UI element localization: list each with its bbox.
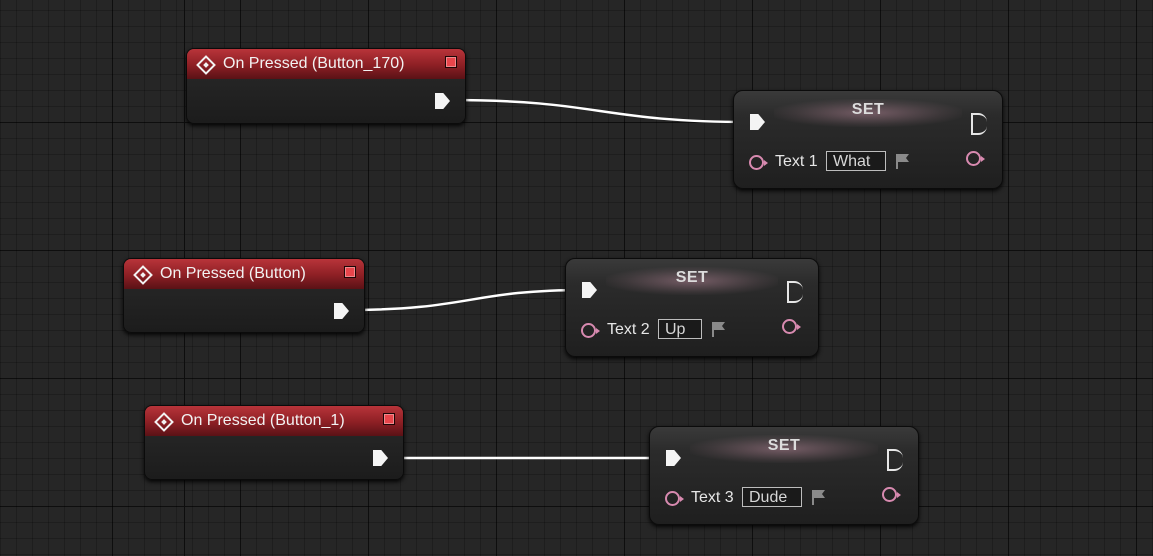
variable-label: Text 3 — [691, 489, 734, 506]
localization-flag-icon[interactable] — [710, 320, 728, 338]
exec-wire-1 — [449, 98, 751, 124]
delegate-pin-icon[interactable] — [445, 56, 457, 68]
event-diamond-icon — [196, 55, 216, 75]
exec-out-pin[interactable] — [787, 281, 803, 303]
exec-out-pin[interactable] — [334, 303, 349, 319]
event-node-header: On Pressed (Button_1) — [145, 406, 403, 436]
event-diamond-icon — [154, 412, 174, 432]
text-variable-out-pin-icon[interactable] — [782, 319, 801, 334]
variable-label: Text 2 — [607, 321, 650, 338]
text-value-input[interactable]: Dude — [742, 487, 802, 507]
text-variable-pin-icon[interactable] — [749, 155, 768, 170]
exec-out-pin[interactable] — [971, 113, 987, 135]
text-value-input[interactable]: Up — [658, 319, 702, 339]
exec-out-pin[interactable] — [373, 450, 388, 466]
event-node-button-170[interactable]: On Pressed (Button_170) — [186, 48, 466, 124]
event-node-button[interactable]: On Pressed (Button) — [123, 258, 365, 333]
set-node-text-3[interactable]: SET Text 3 Dude — [649, 426, 919, 525]
set-node-title: SET — [851, 101, 885, 118]
delegate-pin-icon[interactable] — [383, 413, 395, 425]
event-node-header: On Pressed (Button_170) — [187, 49, 465, 79]
set-node-text-2[interactable]: SET Text 2 Up — [565, 258, 819, 357]
blueprint-graph-canvas[interactable]: On Pressed (Button_170) On Pressed (Butt… — [0, 0, 1153, 556]
text-value-input[interactable]: What — [826, 151, 886, 171]
localization-flag-icon[interactable] — [810, 488, 828, 506]
set-node-text-1[interactable]: SET Text 1 What — [733, 90, 1003, 189]
delegate-pin-icon[interactable] — [344, 266, 356, 278]
text-variable-out-pin-icon[interactable] — [966, 151, 985, 166]
event-title: On Pressed (Button) — [160, 265, 306, 282]
event-title: On Pressed (Button_1) — [181, 412, 345, 429]
text-variable-out-pin-icon[interactable] — [882, 487, 901, 502]
event-node-button-1[interactable]: On Pressed (Button_1) — [144, 405, 404, 480]
variable-label: Text 1 — [775, 153, 818, 170]
exec-out-pin[interactable] — [435, 93, 450, 109]
event-title: On Pressed (Button_170) — [223, 55, 405, 72]
set-node-title: SET — [675, 269, 709, 286]
event-diamond-icon — [133, 265, 153, 285]
exec-out-pin[interactable] — [887, 449, 903, 471]
localization-flag-icon[interactable] — [894, 152, 912, 170]
text-variable-pin-icon[interactable] — [581, 323, 600, 338]
set-node-title: SET — [767, 437, 801, 454]
exec-wire-2 — [347, 288, 587, 312]
text-variable-pin-icon[interactable] — [665, 491, 684, 506]
event-node-header: On Pressed (Button) — [124, 259, 364, 289]
